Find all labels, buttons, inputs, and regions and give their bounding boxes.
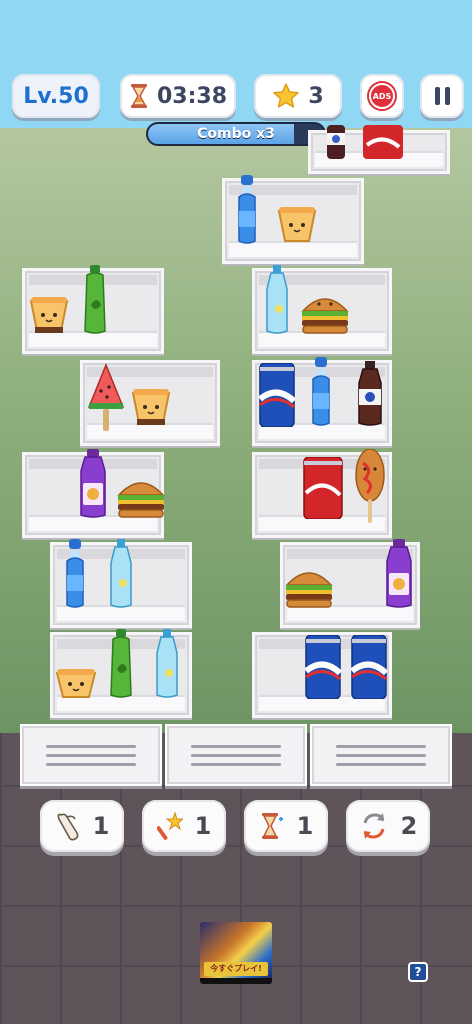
ad-text: 今すぐプレイ!	[204, 962, 268, 976]
booster-wand-button[interactable]: 1	[142, 800, 226, 852]
help-icon[interactable]: ?	[408, 962, 428, 982]
ad-banner[interactable]: 今すぐプレイ!	[200, 922, 272, 984]
pepsi-can-item[interactable]	[305, 635, 341, 699]
corn-dog-item[interactable]	[353, 449, 387, 523]
star-icon	[273, 83, 300, 108]
shuffle-icon	[363, 813, 385, 839]
pepsi-can-item[interactable]	[259, 363, 295, 427]
burger-item[interactable]	[115, 475, 167, 519]
pudding-item[interactable]	[55, 669, 97, 699]
combo-meter: Combo x3	[146, 122, 326, 146]
burger-item[interactable]	[283, 565, 335, 609]
combo-label: Combo x3	[197, 126, 275, 142]
bone-icon	[57, 813, 79, 841]
pudding-item[interactable]	[29, 297, 69, 335]
pepsi-can-item[interactable]	[351, 635, 387, 699]
shelf-row6-left[interactable]	[50, 629, 192, 718]
timer-value: 03:38	[156, 83, 228, 109]
stars-panel: 3	[254, 74, 342, 118]
timer-panel: 03:38	[120, 74, 236, 118]
booster-freeze-count: 1	[296, 812, 314, 840]
shelf-row1[interactable]	[222, 175, 364, 264]
pudding-item[interactable]	[131, 389, 171, 427]
water-bottle-item[interactable]	[263, 265, 291, 335]
watermelon-popsicle-item[interactable]	[87, 363, 125, 431]
level-label: Lv.50	[23, 83, 89, 109]
grape-juice-bottle-item[interactable]	[383, 539, 415, 609]
booster-bone-count: 1	[92, 812, 110, 840]
burger-item[interactable]	[299, 291, 351, 335]
shelf-row6-right[interactable]	[252, 632, 392, 718]
cola-bottle-item[interactable]	[355, 361, 385, 427]
pudding-item[interactable]	[277, 207, 317, 245]
stars-count: 3	[308, 83, 324, 109]
cola-can-item[interactable]	[363, 125, 403, 159]
shelf-row5-right[interactable]	[280, 539, 420, 628]
pause-button[interactable]	[420, 74, 464, 118]
pause-icon	[434, 87, 450, 105]
shelf-row2-left[interactable]	[22, 265, 164, 354]
green-tea-bottle-item[interactable]	[81, 265, 109, 335]
water-bottle-item[interactable]	[107, 539, 135, 609]
water-bottle-item[interactable]	[153, 629, 181, 699]
ramune-bottle-item[interactable]	[63, 539, 87, 609]
booster-shuffle-count: 2	[400, 812, 418, 840]
counter-base	[20, 724, 452, 786]
ramune-bottle-item[interactable]	[235, 175, 259, 245]
level-indicator: Lv.50	[12, 74, 100, 118]
booster-shuffle-button[interactable]: 2	[346, 800, 430, 852]
shelf-row3-left[interactable]	[80, 360, 220, 446]
booster-wand-count: 1	[194, 812, 212, 840]
booster-freeze-button[interactable]: 1	[244, 800, 328, 852]
green-tea-bottle-item[interactable]	[107, 629, 135, 699]
cola-can-item[interactable]	[303, 457, 343, 519]
shelf-top-partial[interactable]	[308, 125, 450, 174]
booster-bone-button[interactable]: 1	[40, 800, 124, 852]
hourglass-icon	[130, 84, 147, 108]
counter-drawer	[165, 724, 307, 786]
shelf-row5-left[interactable]	[50, 539, 192, 628]
magic-wand-icon	[156, 811, 183, 840]
hourglass-freeze-icon	[261, 813, 283, 839]
counter-drawer	[310, 724, 452, 786]
grape-juice-bottle-item[interactable]	[77, 449, 109, 519]
shelf-row2-right[interactable]	[252, 265, 392, 354]
shelf-row3-right[interactable]	[252, 357, 392, 446]
shelf-row4-left[interactable]	[22, 449, 167, 538]
ads-button[interactable]: ADS	[360, 74, 404, 118]
shelf-row4-right[interactable]	[252, 449, 392, 538]
no-ads-icon: ADS	[369, 83, 395, 109]
ramune-bottle-item[interactable]	[309, 357, 333, 427]
cola-bottle-item[interactable]	[321, 125, 351, 159]
counter-drawer	[20, 724, 162, 786]
